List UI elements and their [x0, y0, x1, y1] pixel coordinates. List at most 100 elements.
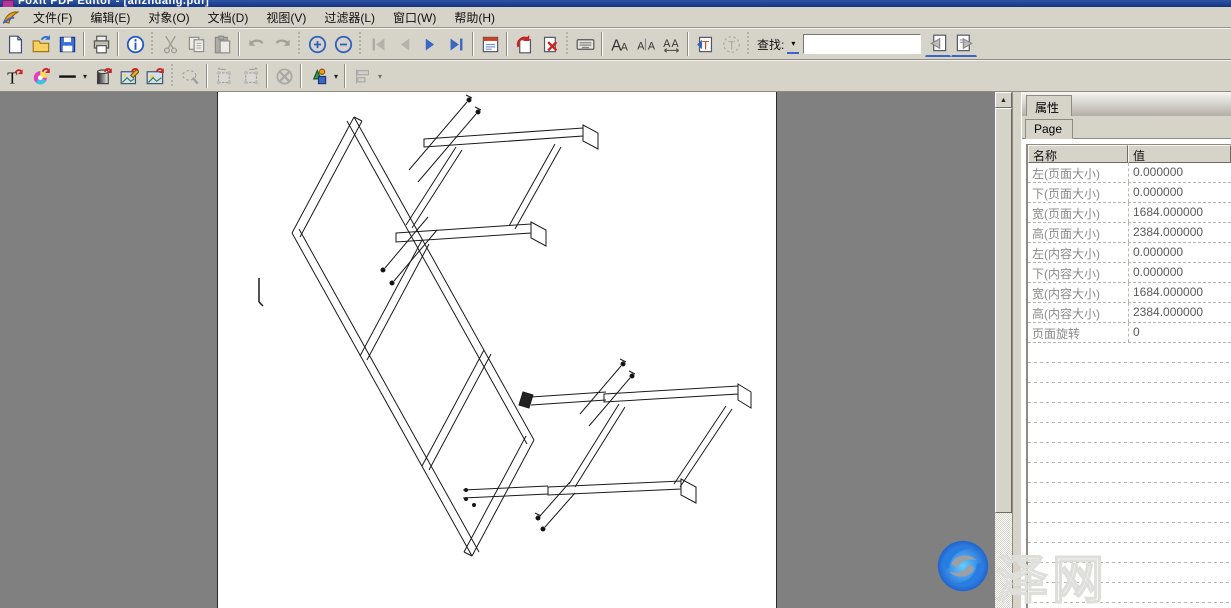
table-row[interactable]: 宽(页面大小)1684.000000 — [1028, 203, 1231, 223]
svg-text:A: A — [663, 37, 671, 49]
document-icon — [2, 9, 20, 25]
undo-icon[interactable] — [243, 31, 269, 57]
properties-panel: 属性 Page 名称 值 左(页面大小)0.000000 下(页面大小)0.00… — [1022, 92, 1231, 608]
prop-value[interactable]: 1684.000000 — [1128, 203, 1231, 222]
table-row[interactable]: 高(内容大小)2384.000000 — [1028, 303, 1231, 323]
toolbar-objects: T ▾ ▾ ▾ — [0, 60, 1231, 92]
align-icon[interactable] — [349, 63, 375, 89]
cut-icon[interactable] — [157, 31, 183, 57]
find-prev-icon[interactable] — [925, 31, 951, 57]
find-bar: 查找: ▾ — [753, 31, 977, 57]
first-page-icon[interactable] — [365, 31, 391, 57]
column-header-name[interactable]: 名称 — [1028, 145, 1128, 163]
zoom-in-icon[interactable] — [304, 31, 330, 57]
panel-splitter[interactable] — [1012, 92, 1022, 608]
prop-value[interactable]: 0 — [1128, 323, 1231, 342]
menu-object[interactable]: 对象(O) — [139, 7, 198, 28]
watermark-logo — [932, 535, 994, 597]
rotate-page-icon[interactable] — [511, 31, 537, 57]
info-icon[interactable] — [122, 31, 148, 57]
prev-page-icon[interactable] — [391, 31, 417, 57]
find-label: 查找: — [757, 36, 784, 53]
delete-object-icon[interactable] — [271, 63, 297, 89]
prop-value[interactable]: 2384.000000 — [1128, 303, 1231, 322]
redo-icon[interactable] — [269, 31, 295, 57]
add-shading-icon[interactable] — [90, 63, 116, 89]
paste-icon[interactable] — [209, 31, 235, 57]
line-style-caret[interactable]: ▾ — [80, 63, 90, 89]
prop-value[interactable]: 1684.000000 — [1128, 283, 1231, 302]
vertical-scrollbar[interactable]: ▲ — [995, 92, 1012, 608]
canvas-background-right — [777, 92, 995, 608]
app-icon — [2, 0, 14, 7]
shapes-icon[interactable] — [305, 63, 331, 89]
open-icon[interactable] — [28, 31, 54, 57]
print-icon[interactable] — [88, 31, 114, 57]
technical-drawing — [218, 92, 776, 608]
table-row[interactable]: 宽(内容大小)1684.000000 — [1028, 283, 1231, 303]
pdf-page[interactable] — [217, 92, 777, 608]
svg-text:T: T — [701, 38, 708, 52]
menu-window[interactable]: 窗口(W) — [384, 7, 445, 28]
menu-view[interactable]: 视图(V) — [257, 7, 315, 28]
svg-text:A: A — [671, 37, 679, 49]
last-page-icon[interactable] — [443, 31, 469, 57]
table-row[interactable]: 高(页面大小)2384.000000 — [1028, 223, 1231, 243]
shapes-caret[interactable]: ▾ — [331, 63, 341, 89]
find-dropdown-caret[interactable]: ▾ — [787, 34, 799, 54]
find-next-icon[interactable] — [951, 31, 977, 57]
rotate-object-right-icon[interactable] — [237, 63, 263, 89]
prop-value[interactable]: 0.000000 — [1128, 183, 1231, 202]
font-size-icon[interactable]: AA — [606, 31, 632, 57]
prop-name: 宽(内容大小) — [1028, 283, 1128, 302]
table-row[interactable]: 下(内容大小)0.000000 — [1028, 263, 1231, 283]
prop-value[interactable]: 2384.000000 — [1128, 223, 1231, 242]
prop-name: 左(页面大小) — [1028, 163, 1128, 182]
lasso-icon[interactable] — [177, 63, 203, 89]
menu-help[interactable]: 帮助(H) — [445, 7, 504, 28]
menu-file[interactable]: 文件(F) — [24, 7, 81, 28]
page-form-icon[interactable] — [477, 31, 503, 57]
word-spacing-icon[interactable]: AA — [658, 31, 684, 57]
table-row[interactable]: 页面旋转0 — [1028, 323, 1231, 343]
copy-icon[interactable] — [183, 31, 209, 57]
table-row[interactable]: 左(内容大小)0.000000 — [1028, 243, 1231, 263]
menu-bar: 文件(F) 编辑(E) 对象(O) 文档(D) 视图(V) 过滤器(L) 窗口(… — [0, 7, 1231, 28]
table-row[interactable]: 下(页面大小)0.000000 — [1028, 183, 1231, 203]
keyboard-icon[interactable] — [572, 31, 598, 57]
rotate-object-left-icon[interactable] — [211, 63, 237, 89]
prop-value[interactable]: 0.000000 — [1128, 263, 1231, 282]
prop-value[interactable]: 0.000000 — [1128, 163, 1231, 182]
table-row[interactable]: 左(页面大小)0.000000 — [1028, 163, 1231, 183]
align-caret[interactable]: ▾ — [375, 63, 385, 89]
svg-text:A: A — [637, 40, 645, 52]
add-text-icon[interactable]: T — [2, 63, 28, 89]
svg-text:T: T — [727, 38, 734, 52]
add-color-icon[interactable] — [28, 63, 54, 89]
menu-document[interactable]: 文档(D) — [199, 7, 258, 28]
line-style-icon[interactable] — [54, 63, 80, 89]
next-page-icon[interactable] — [417, 31, 443, 57]
zoom-out-icon[interactable] — [330, 31, 356, 57]
insert-text-icon[interactable]: T — [692, 31, 718, 57]
find-input[interactable] — [803, 34, 921, 54]
scroll-up-icon[interactable]: ▲ — [995, 92, 1012, 108]
edit-image-icon[interactable] — [116, 63, 142, 89]
tab-page[interactable]: Page — [1025, 119, 1073, 139]
tab-properties[interactable]: 属性 — [1026, 95, 1072, 116]
panel-tab-strip: Page — [1022, 116, 1231, 139]
prop-value[interactable]: 0.000000 — [1128, 243, 1231, 262]
add-image-icon[interactable] — [142, 63, 168, 89]
menu-edit[interactable]: 编辑(E) — [81, 7, 139, 28]
new-icon[interactable] — [2, 31, 28, 57]
char-spacing-icon[interactable]: AA — [632, 31, 658, 57]
application-window: Foxit PDF Editor - [anzhuang.pdf] 文件(F) … — [0, 0, 1231, 608]
menu-filter[interactable]: 过滤器(L) — [315, 7, 384, 28]
delete-page-icon[interactable] — [537, 31, 563, 57]
text-circle-icon[interactable]: T — [718, 31, 744, 57]
title-bar[interactable]: Foxit PDF Editor - [anzhuang.pdf] — [0, 0, 1231, 7]
prop-name: 左(内容大小) — [1028, 243, 1128, 262]
scrollbar-thumb[interactable] — [995, 108, 1012, 513]
save-icon[interactable] — [54, 31, 80, 57]
column-header-value[interactable]: 值 — [1128, 145, 1231, 163]
